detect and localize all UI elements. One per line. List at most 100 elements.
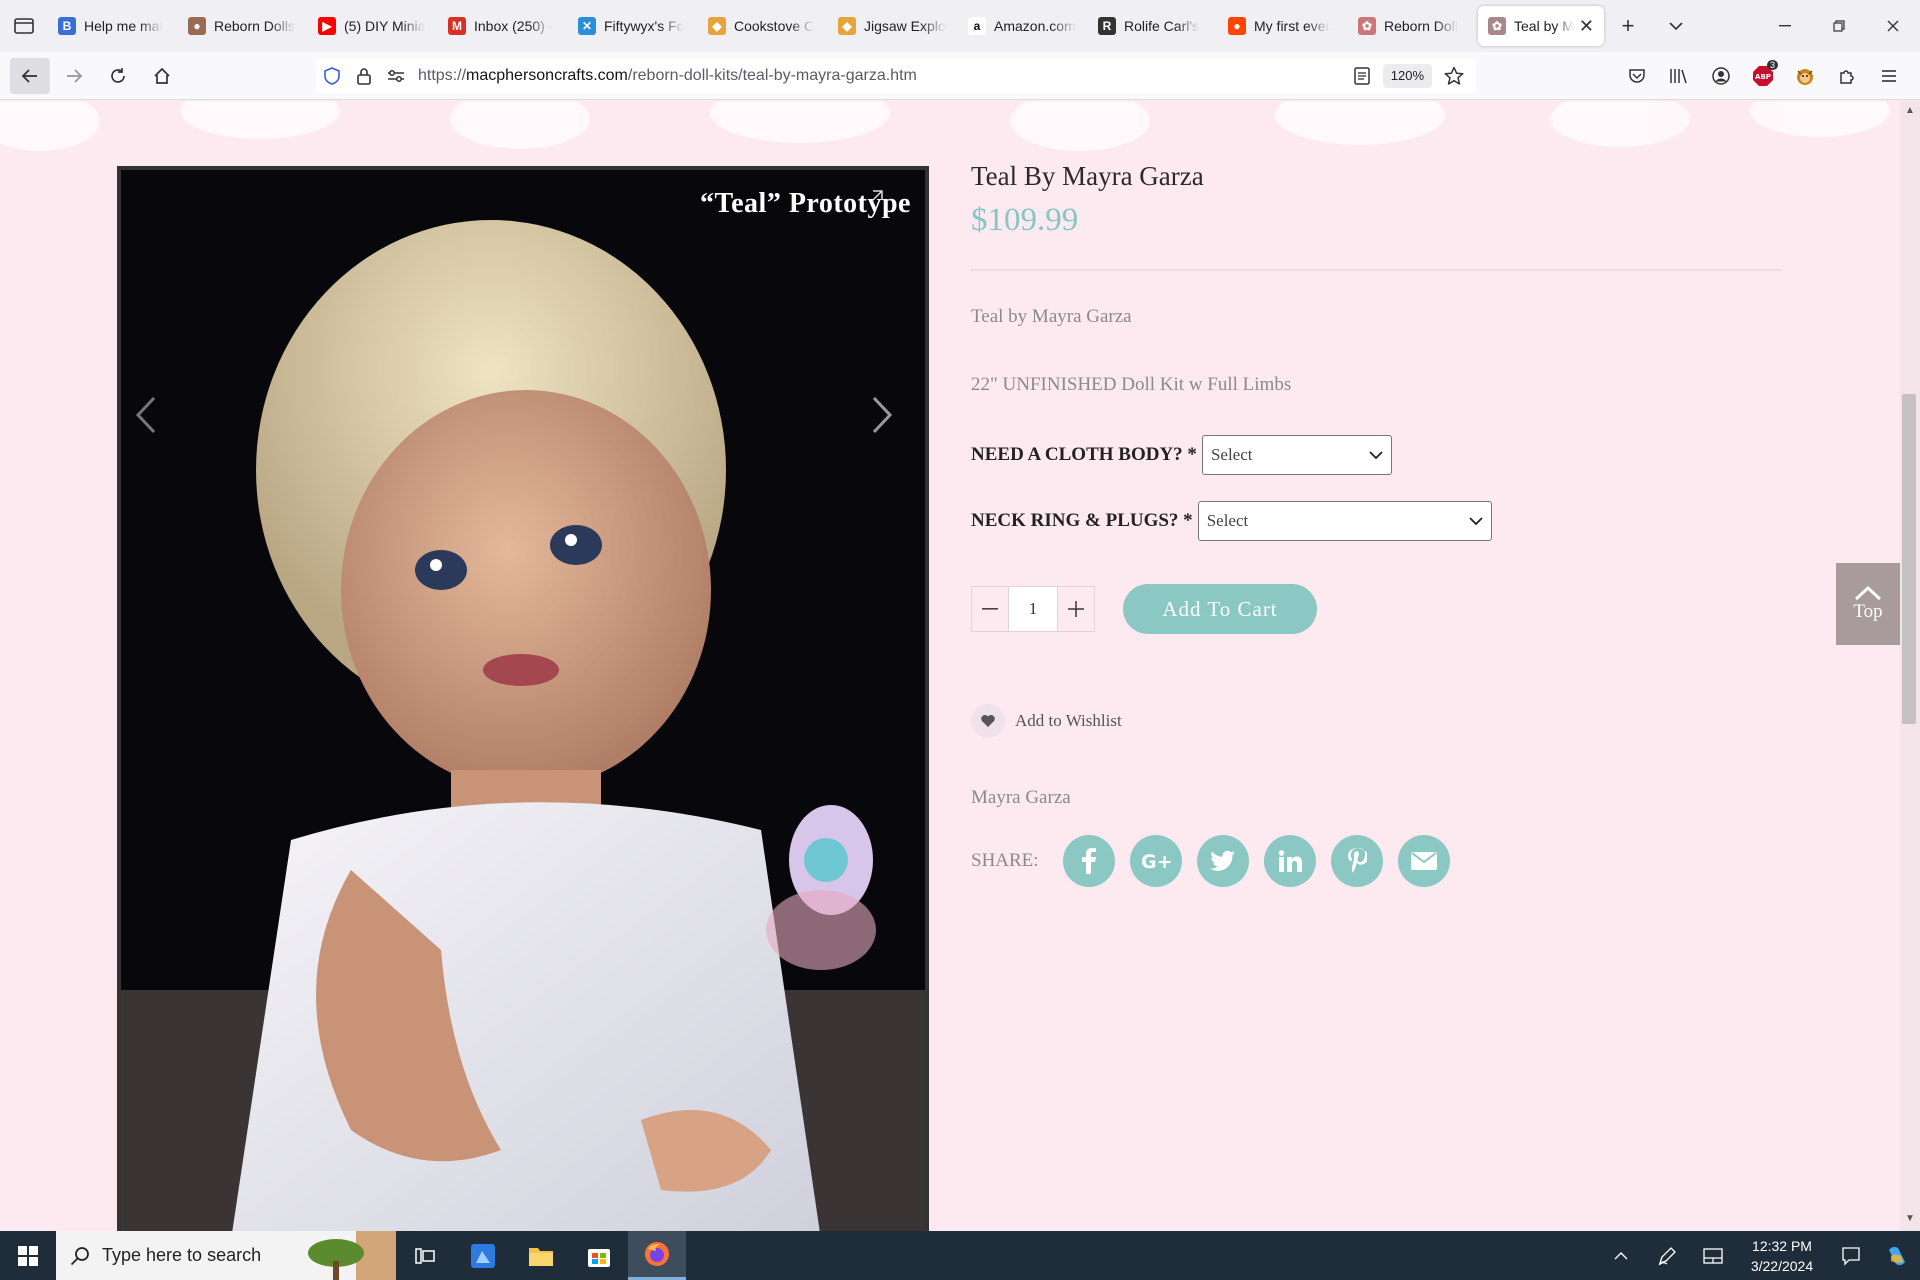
quantity-input[interactable]: 1 [1008, 587, 1058, 631]
share-pinterest-button[interactable] [1330, 835, 1383, 887]
search-highlight-tree-icon [308, 1231, 396, 1280]
adblock-plus-button[interactable]: ABP 3 [1742, 58, 1784, 94]
start-button[interactable] [0, 1231, 56, 1280]
forward-button[interactable] [54, 58, 94, 94]
expand-image-button[interactable] [859, 188, 885, 214]
quantity-increase-button[interactable] [1058, 587, 1094, 631]
firefox-icon [645, 1242, 669, 1266]
home-button[interactable] [142, 58, 182, 94]
back-to-top-button[interactable]: Top [1836, 563, 1900, 645]
pen-menu-button[interactable] [1644, 1231, 1690, 1280]
product-title: Teal By Mayra Garza [971, 161, 1204, 191]
taskbar-app-firefox[interactable] [628, 1231, 686, 1280]
app-menu-button[interactable] [1868, 58, 1910, 94]
extensions-button[interactable] [1826, 58, 1868, 94]
share-facebook-button[interactable] [1062, 835, 1115, 887]
product-brand[interactable]: Mayra Garza [971, 787, 1071, 809]
taskbar-app-photos[interactable] [454, 1231, 512, 1280]
reddit-icon: ● [1228, 17, 1246, 35]
minimize-button[interactable] [1758, 0, 1812, 52]
tab[interactable]: ● My first ever [1218, 6, 1348, 46]
task-view-button[interactable] [396, 1231, 454, 1280]
tab-label: Jigsaw Explo [864, 18, 946, 34]
close-icon [1887, 20, 1899, 32]
copilot-button[interactable] [1874, 1231, 1920, 1280]
home-icon [154, 67, 170, 84]
tab[interactable]: a Amazon.com [958, 6, 1088, 46]
url-path: /reborn-doll-kits/teal-by-mayra-garza.ht… [627, 67, 917, 84]
clock-date: 3/22/2024 [1750, 1257, 1814, 1274]
gallery-prev-button[interactable] [135, 395, 175, 455]
tab[interactable]: B Help me mat [48, 6, 178, 46]
toolbar-right: ABP 3 [1616, 58, 1910, 94]
account-button[interactable] [1700, 58, 1742, 94]
puzzle-icon: ◆ [838, 17, 856, 35]
show-hidden-icons-button[interactable] [1598, 1231, 1644, 1280]
site-icon: ✕ [578, 17, 596, 35]
cloth-body-select[interactable]: Select [1201, 435, 1392, 475]
tab[interactable]: ◆ Jigsaw Explo [828, 6, 958, 46]
scroll-down-button[interactable]: ▼ [1902, 1213, 1918, 1227]
product-description-line-2: 22" UNFINISHED Doll Kit w Full Limbs [971, 374, 1292, 395]
gallery-next-button[interactable] [871, 395, 911, 455]
site-security-button[interactable] [348, 58, 380, 94]
url-text[interactable]: https://macphersoncrafts.com/reborn-doll… [418, 67, 917, 85]
share-google-plus-button[interactable]: G+ [1129, 835, 1182, 887]
tab[interactable]: ✕ Fiftywyx's Fo [568, 6, 698, 46]
pocket-button[interactable] [1616, 58, 1658, 94]
permissions-button[interactable] [380, 58, 412, 94]
tab[interactable]: ◆ Cookstove C [698, 6, 828, 46]
touch-keyboard-button[interactable] [1690, 1231, 1736, 1280]
share-twitter-button[interactable] [1196, 835, 1249, 887]
new-tab-button[interactable]: + [1604, 6, 1652, 46]
tab[interactable]: ● Reborn Dolls [178, 6, 308, 46]
minimize-icon [1779, 25, 1791, 27]
restore-button[interactable] [1812, 0, 1866, 52]
reader-view-button[interactable] [1344, 58, 1380, 94]
scrollbar-thumb[interactable] [1902, 394, 1916, 724]
address-bar[interactable]: https://macphersoncrafts.com/reborn-doll… [316, 58, 1476, 94]
taskbar-app-store[interactable] [570, 1231, 628, 1280]
product-price: $109.99 [971, 202, 1079, 238]
tab-label: Amazon.com [994, 18, 1076, 34]
tab[interactable]: ✿ Reborn Doll [1348, 6, 1478, 46]
reload-button[interactable] [98, 58, 138, 94]
adblock-badge: 3 [1766, 60, 1778, 70]
taskbar-clock[interactable]: 12:32 PM 3/22/2024 [1736, 1236, 1828, 1276]
tab[interactable]: M Inbox (250) - [438, 6, 568, 46]
zoom-level-button[interactable]: 120% [1382, 64, 1432, 88]
wishlist-label: Add to Wishlist [1015, 711, 1122, 730]
list-all-tabs-button[interactable] [1652, 6, 1700, 46]
share-email-button[interactable] [1397, 835, 1450, 887]
clock-time: 12:32 PM [1752, 1237, 1812, 1254]
doll-site-icon: ● [188, 17, 206, 35]
tracking-protection-button[interactable] [316, 58, 348, 94]
reader-view-icon [1354, 67, 1370, 85]
scroll-up-button[interactable]: ▲ [1902, 105, 1918, 119]
hamburger-menu-icon [1882, 70, 1896, 82]
firefox-view-button[interactable] [0, 0, 48, 52]
folder-icon [529, 1247, 553, 1266]
product-image-gallery[interactable]: “Teal” Prototype [117, 166, 929, 1231]
bookmark-star-button[interactable] [1436, 58, 1472, 94]
notification-center-button[interactable] [1828, 1231, 1874, 1280]
tab[interactable]: ▶ (5) DIY Minia [308, 6, 438, 46]
expand-icon [871, 190, 883, 202]
library-button[interactable] [1658, 58, 1700, 94]
tab-active[interactable]: ✿ Teal by M ✕ [1478, 6, 1604, 46]
close-window-button[interactable] [1866, 0, 1920, 52]
bing-icon: B [58, 17, 76, 35]
cloth-body-select-value: Select [1210, 445, 1253, 464]
tab[interactable]: R Rolife Carl's [1088, 6, 1218, 46]
extension-monkey-button[interactable] [1784, 58, 1826, 94]
share-linkedin-button[interactable] [1263, 835, 1316, 887]
add-to-wishlist-button[interactable]: Add to Wishlist [971, 704, 1122, 738]
neck-ring-select[interactable]: Select [1197, 501, 1492, 541]
taskbar-app-file-explorer[interactable] [512, 1231, 570, 1280]
quantity-decrease-button[interactable] [972, 587, 1008, 631]
close-tab-button[interactable]: ✕ [1575, 16, 1594, 37]
taskbar-search-box[interactable]: Type here to search [56, 1231, 396, 1280]
add-to-cart-button[interactable]: Add To Cart [1123, 584, 1317, 634]
star-icon [1444, 66, 1464, 85]
back-button[interactable] [10, 57, 50, 94]
